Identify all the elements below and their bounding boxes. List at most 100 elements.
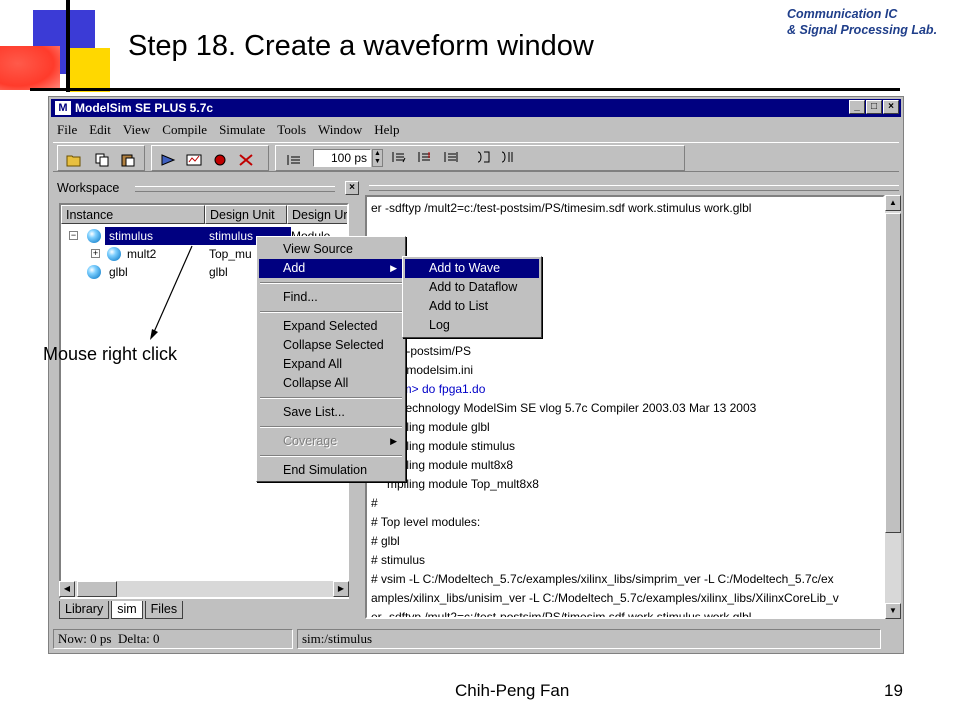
workspace-horizontal-scrollbar[interactable]: ◀ ▶ <box>59 581 349 597</box>
step-over-icon[interactable] <box>499 150 515 164</box>
tree-design-unit: stimulus <box>209 229 254 243</box>
expand-icon[interactable]: + <box>91 249 100 258</box>
compile-icon[interactable] <box>160 153 176 167</box>
run-length-input[interactable]: 100 ps <box>313 149 371 167</box>
menu-item-end-simulation[interactable]: End Simulation <box>259 461 403 480</box>
menu-help[interactable]: Help <box>368 119 405 139</box>
menu-edit[interactable]: Edit <box>83 119 117 139</box>
context-menu: View Source Add ▶ Find... Expand Selecte… <box>256 236 406 482</box>
transcript-line: # glbl <box>371 534 400 548</box>
open-folder-icon[interactable] <box>66 153 82 167</box>
menu-tools[interactable]: Tools <box>271 119 312 139</box>
menu-item-save-list[interactable]: Save List... <box>259 403 403 422</box>
column-header-design-unit[interactable]: Design Unit <box>205 205 287 224</box>
tree-instance-name: glbl <box>109 265 128 279</box>
simulate-icon[interactable] <box>186 153 202 167</box>
menu-item-add[interactable]: Add ▶ <box>259 259 403 278</box>
column-header-design-unit-type[interactable]: Design Ur <box>287 205 347 224</box>
status-context: sim:/stimulus <box>297 629 881 649</box>
menu-simulate[interactable]: Simulate <box>213 119 271 139</box>
menu-item-find[interactable]: Find... <box>259 288 403 307</box>
scroll-right-icon[interactable]: ▶ <box>333 581 349 597</box>
workspace-close-icon[interactable]: × <box>345 181 359 195</box>
menu-separator <box>260 282 402 284</box>
transcript-line: # Top level modules: <box>371 515 481 529</box>
menu-item-add-to-wave[interactable]: Add to Wave <box>405 259 539 278</box>
toolbar: 100 ps ▲ ▼ <box>53 142 899 172</box>
step-icon[interactable] <box>475 150 491 164</box>
breakpoint-icon[interactable] <box>212 153 228 167</box>
minimize-button[interactable]: _ <box>849 100 865 114</box>
transcript-line: er -sdftyp /mult2=c:/test-postsim/PS/tim… <box>371 610 752 619</box>
transcript-line: # <box>371 496 378 510</box>
decor-yellow-square <box>66 48 110 92</box>
window-controls: _ □ × <box>849 100 899 114</box>
window-title: ModelSim SE PLUS 5.7c <box>75 101 214 115</box>
column-header-instance[interactable]: Instance <box>61 205 205 224</box>
run-all-icon[interactable] <box>443 150 459 164</box>
scroll-down-icon[interactable]: ▼ <box>885 603 901 619</box>
menu-item-collapse-selected[interactable]: Collapse Selected <box>259 336 403 355</box>
tab-library[interactable]: Library <box>59 601 110 619</box>
lab-name-line2: & Signal Processing Lab. <box>787 23 938 37</box>
submenu-arrow-icon: ▶ <box>390 263 397 273</box>
menu-item-add-to-list[interactable]: Add to List <box>405 297 539 316</box>
tree-design-unit: glbl <box>209 265 228 279</box>
toolbar-group-sim <box>151 145 269 171</box>
window-titlebar[interactable]: M ModelSim SE PLUS 5.7c _ □ × <box>51 99 901 117</box>
scroll-thumb[interactable] <box>885 213 901 533</box>
workspace-header: Workspace × <box>57 181 359 197</box>
menu-separator <box>260 426 402 428</box>
transcript-line: el Technology ModelSim SE vlog 5.7c Comp… <box>387 401 757 415</box>
menu-item-collapse-all[interactable]: Collapse All <box>259 374 403 393</box>
transcript-grip[interactable] <box>369 185 899 191</box>
tree-design-unit: Top_mu <box>209 247 252 261</box>
transcript-vertical-scrollbar[interactable]: ▲ ▼ <box>885 195 901 619</box>
status-delta: Delta: 0 <box>117 631 160 646</box>
scroll-thumb[interactable] <box>77 581 117 597</box>
instance-icon <box>87 265 101 279</box>
copy-icon[interactable] <box>94 153 110 167</box>
paste-icon[interactable] <box>120 153 136 167</box>
run-length-spinner[interactable]: ▲ ▼ <box>372 149 383 167</box>
tab-files[interactable]: Files <box>144 601 184 619</box>
submenu-arrow-icon: ▶ <box>390 436 397 446</box>
maximize-button[interactable]: □ <box>866 100 882 114</box>
workspace-title: Workspace <box>57 181 120 195</box>
transcript-line: # vsim -L C:/Modeltech_5.7c/examples/xil… <box>371 572 834 586</box>
footer-author: Chih-Peng Fan <box>455 681 570 700</box>
menu-view[interactable]: View <box>117 119 156 139</box>
scroll-up-icon[interactable]: ▲ <box>885 195 901 211</box>
collapse-icon[interactable]: − <box>69 231 78 240</box>
transcript-line: er -sdftyp /mult2=c:/test-postsim/PS/tim… <box>371 201 752 215</box>
menu-item-view-source[interactable]: View Source <box>259 240 403 259</box>
decor-vertical-line <box>66 0 70 92</box>
lab-name: Communication IC & Signal Processing Lab… <box>787 6 937 38</box>
footer-page-number: 19 <box>884 681 903 700</box>
toolbar-group-file <box>57 145 145 171</box>
menu-item-expand-selected[interactable]: Expand Selected <box>259 317 403 336</box>
workspace-grip[interactable] <box>135 186 335 192</box>
break-icon[interactable] <box>238 153 254 167</box>
tree-instance-name: mult2 <box>127 247 157 261</box>
menu-file[interactable]: File <box>51 119 83 139</box>
menu-item-expand-all[interactable]: Expand All <box>259 355 403 374</box>
restart-icon[interactable] <box>286 153 302 167</box>
menu-compile[interactable]: Compile <box>156 119 213 139</box>
menu-window[interactable]: Window <box>312 119 368 139</box>
lab-name-line1: Communication IC <box>787 7 898 21</box>
slide-title: Step 18. Create a waveform window <box>128 30 594 62</box>
scroll-left-icon[interactable]: ◀ <box>59 581 75 597</box>
menu-item-log[interactable]: Log <box>405 316 539 335</box>
transcript-line: amples/xilinx_libs/unisim_ver -L C:/Mode… <box>371 591 839 605</box>
status-time: Now: 0 ps Delta: 0 <box>53 629 293 649</box>
status-bar: Now: 0 ps Delta: 0 sim:/stimulus <box>53 629 901 651</box>
workspace-tabs: Library sim Files <box>59 601 185 619</box>
instance-icon <box>107 247 121 261</box>
menu-item-add-to-dataflow[interactable]: Add to Dataflow <box>405 278 539 297</box>
run-icon[interactable] <box>391 150 407 164</box>
close-button[interactable]: × <box>883 100 899 114</box>
tab-sim[interactable]: sim <box>111 601 143 619</box>
decor-horizontal-line <box>30 88 900 91</box>
continue-icon[interactable] <box>417 150 433 164</box>
